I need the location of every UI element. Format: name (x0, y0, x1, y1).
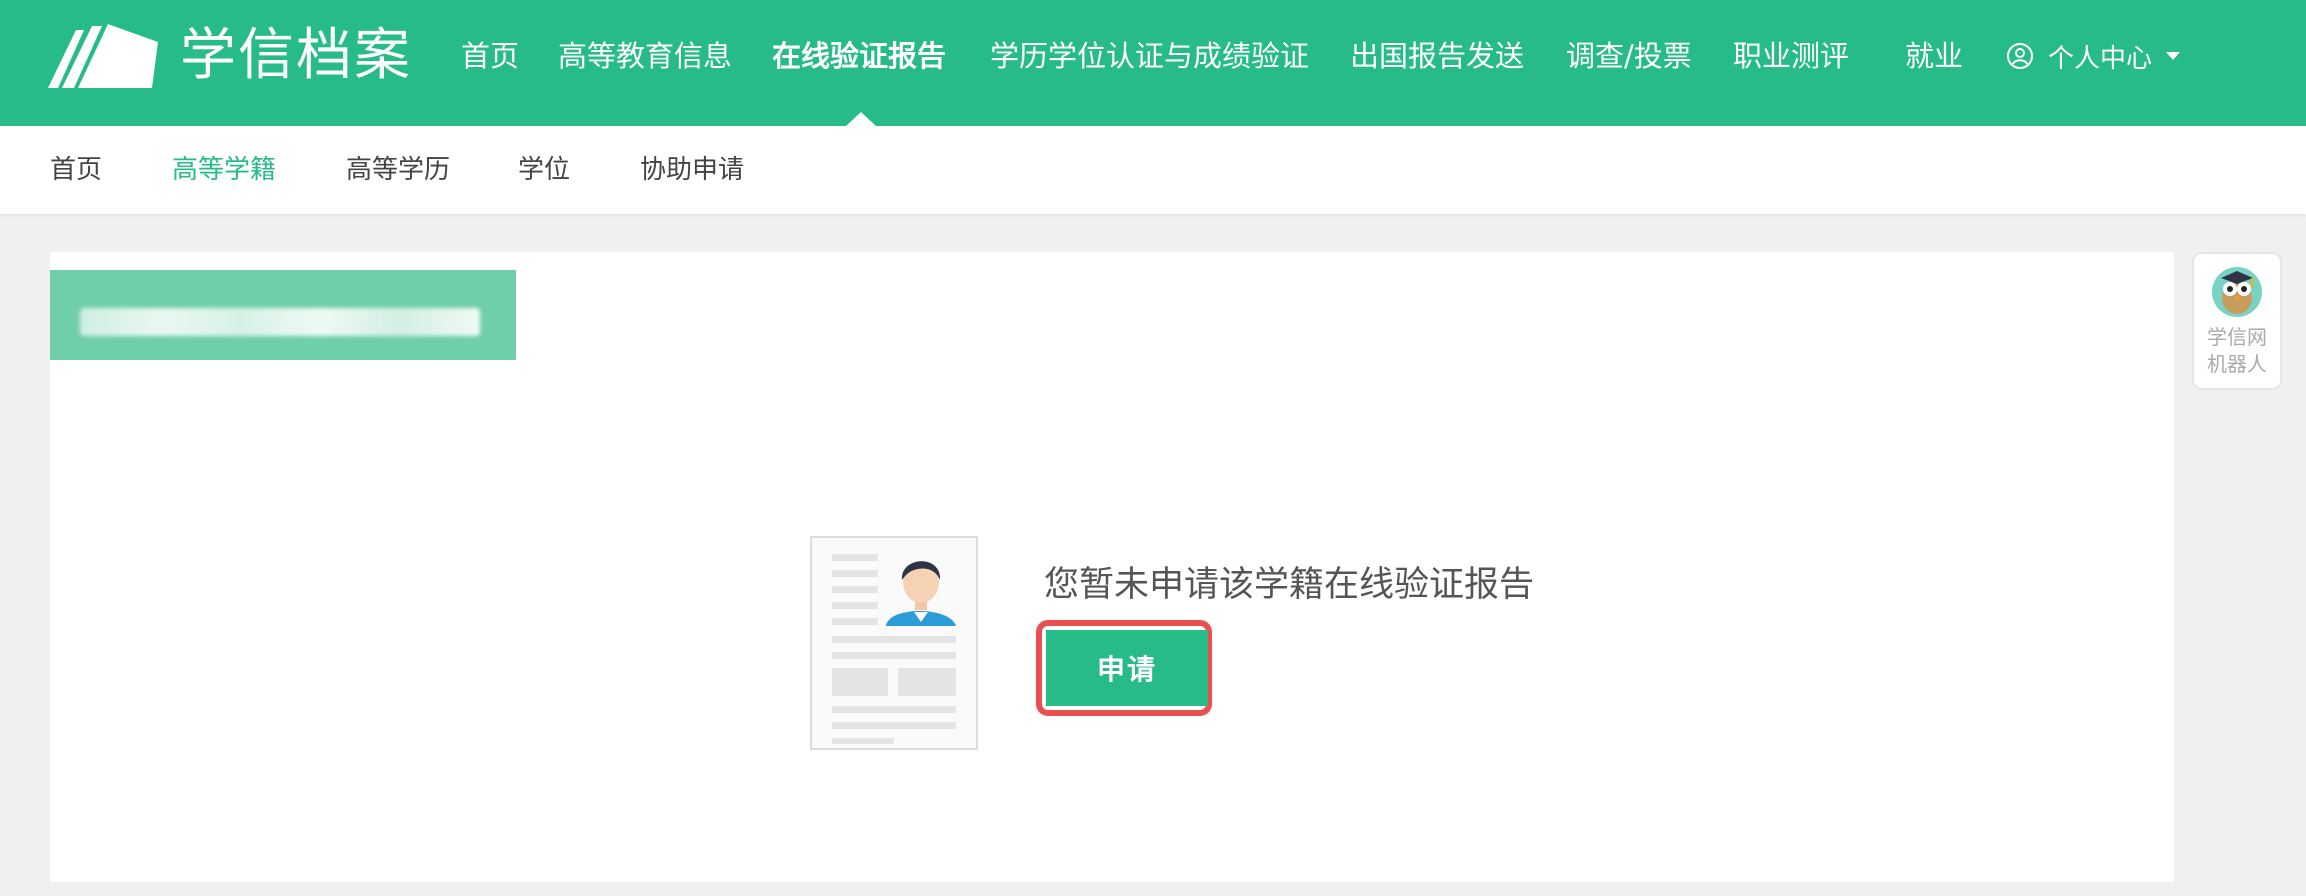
resume-document-icon (810, 536, 978, 750)
nav-item-career-assessment[interactable]: 职业测评 (1733, 0, 1849, 112)
nav-item-online-verification-report[interactable]: 在线验证报告 (772, 0, 946, 112)
nav-item-overseas-report[interactable]: 出国报告发送 (1350, 0, 1524, 112)
site-logo[interactable]: 学信档案 (46, 20, 412, 92)
owl-robot-icon (2212, 267, 2262, 317)
empty-state-message: 您暂未申请该学籍在线验证报告 (1044, 565, 1535, 605)
user-center-menu[interactable]: 个人中心 (2006, 0, 2181, 112)
subnav-item-academic-records[interactable]: 高等学历 (346, 126, 450, 214)
sub-navigation-bar: 首页 高等学籍 高等学历 学位 协助申请 (0, 126, 2306, 214)
top-navigation-bar: 学信档案 首页 高等教育信息 在线验证报告 学历学位认证与成绩验证 出国报告发送… (0, 0, 2306, 126)
apply-button[interactable]: 申请 (1046, 630, 1208, 706)
active-nav-indicator (846, 112, 876, 126)
student-record-banner (50, 270, 516, 360)
nav-item-home[interactable]: 首页 (461, 0, 519, 112)
nav-item-degree-certification[interactable]: 学历学位认证与成绩验证 (990, 0, 1309, 112)
subnav-item-home[interactable]: 首页 (50, 126, 102, 214)
nav-item-higher-education-info[interactable]: 高等教育信息 (558, 0, 732, 112)
caret-down-icon (2166, 52, 2181, 60)
user-circle-icon (2007, 43, 2033, 69)
user-center-label: 个人中心 (2048, 43, 2153, 74)
subnav-item-degree[interactable]: 学位 (518, 126, 570, 214)
subnav-item-assist-application[interactable]: 协助申请 (640, 126, 744, 214)
brand-name: 学信档案 (180, 23, 412, 88)
logo-icon (48, 24, 158, 88)
subnav-item-student-status[interactable]: 高等学籍 (172, 126, 276, 214)
nav-item-survey-vote[interactable]: 调查/投票 (1566, 0, 1692, 112)
redacted-school-name (80, 308, 480, 336)
robot-assistant-widget[interactable]: 学信网 机器人 (2192, 252, 2282, 390)
nav-item-employment[interactable]: 就业 (1905, 0, 1963, 112)
robot-label: 学信网 机器人 (2207, 325, 2267, 376)
